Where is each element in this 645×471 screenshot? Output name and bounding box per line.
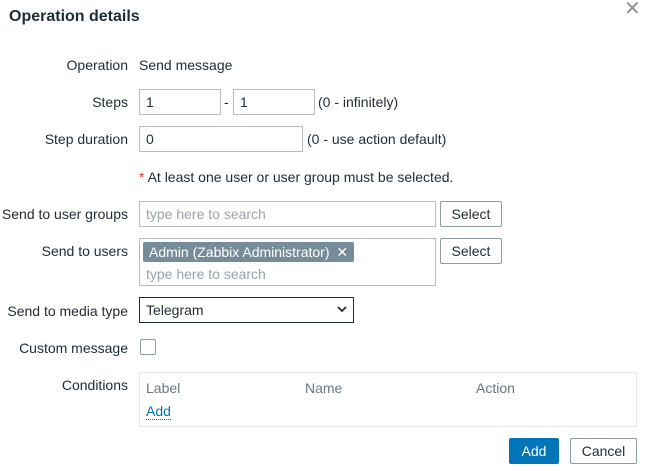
media-type-select[interactable]: Telegram	[139, 297, 354, 323]
steps-hint: (0 - infinitely)	[318, 94, 399, 110]
steps-label: Steps	[92, 94, 128, 110]
add-button[interactable]: Add	[509, 438, 559, 464]
steps-to-input[interactable]: 1	[233, 89, 315, 115]
column-header-name: Name	[305, 380, 343, 396]
cancel-button[interactable]: Cancel	[570, 438, 637, 464]
selected-user-tag: Admin (Zabbix Administrator) ✕	[143, 242, 355, 262]
conditions-label: Conditions	[61, 377, 128, 393]
user-groups-input[interactable]: type here to search	[139, 201, 436, 227]
steps-from-input[interactable]: 1	[139, 89, 221, 115]
users-multiselect[interactable]: Admin (Zabbix Administrator) ✕ type here…	[139, 238, 436, 286]
column-header-label: Label	[146, 380, 181, 396]
step-duration-input[interactable]: 0	[139, 126, 303, 152]
requirement-text: At least one user or user group must be …	[147, 169, 454, 185]
user-groups-select-button[interactable]: Select	[440, 201, 502, 227]
chevron-down-icon	[337, 306, 347, 313]
user-groups-label: Send to user groups	[1, 206, 128, 222]
custom-message-checkbox[interactable]	[140, 339, 156, 355]
user-groups-placeholder: type here to search	[146, 206, 266, 222]
users-label: Send to users	[41, 243, 128, 259]
add-condition-link[interactable]: Add	[146, 404, 171, 420]
tag-remove-icon[interactable]: ✕	[336, 244, 348, 260]
requirement-note: * At least one user or user group must b…	[139, 169, 453, 185]
selected-user-tag-label: Admin (Zabbix Administrator)	[149, 244, 330, 260]
conditions-table: Label Name Action Add	[139, 372, 637, 427]
media-type-value: Telegram	[146, 302, 204, 318]
operation-value: Send message	[139, 57, 233, 73]
dialog-title: Operation details	[9, 8, 140, 25]
users-placeholder[interactable]: type here to search	[146, 266, 266, 282]
steps-separator: -	[224, 94, 229, 110]
media-type-label: Send to media type	[7, 303, 128, 319]
step-duration-label: Step duration	[44, 131, 128, 147]
users-select-button[interactable]: Select	[440, 238, 502, 264]
column-header-action: Action	[476, 380, 515, 396]
close-icon[interactable]: ✕	[624, 0, 641, 19]
required-asterisk: *	[139, 169, 145, 185]
custom-message-label: Custom message	[19, 340, 128, 356]
step-duration-hint: (0 - use action default)	[307, 131, 447, 147]
operation-label: Operation	[66, 57, 128, 73]
